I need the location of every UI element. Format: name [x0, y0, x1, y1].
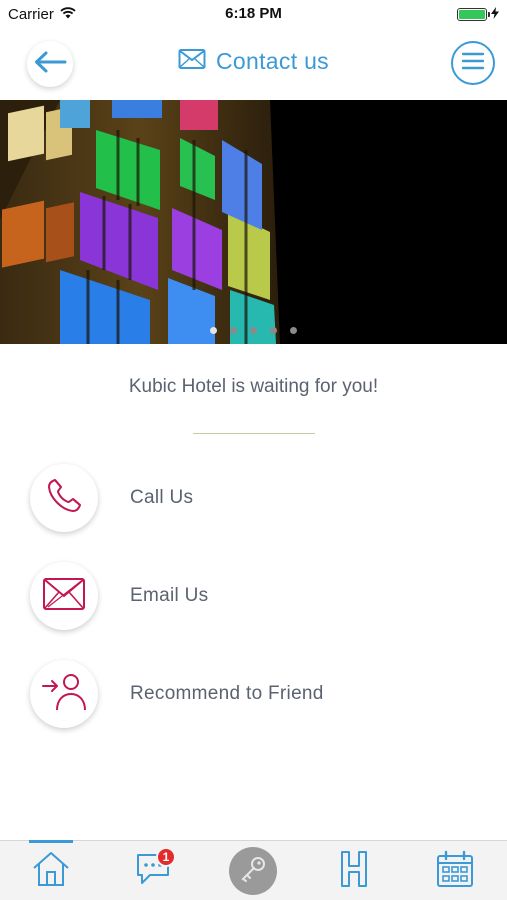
key-icon: [239, 855, 267, 888]
tab-key[interactable]: [223, 841, 283, 900]
phone-icon: [44, 476, 84, 521]
notification-badge: 1: [156, 847, 176, 867]
header-title-group: Contact us: [0, 48, 507, 75]
home-icon: [31, 850, 71, 893]
carousel-dot[interactable]: [230, 327, 237, 334]
menu-button[interactable]: [451, 41, 495, 85]
call-icon-circle: [30, 464, 98, 532]
email-icon-circle: [30, 562, 98, 630]
contact-label-email: Email Us: [130, 585, 209, 606]
hotel-facade-image: [0, 100, 507, 344]
email-us-button[interactable]: Email Us: [30, 561, 450, 631]
carousel-dot[interactable]: [290, 327, 297, 334]
calendar-icon: [436, 850, 474, 893]
envelope-icon: [178, 48, 206, 75]
tagline: Kubic Hotel is waiting for you!: [128, 376, 379, 397]
contact-label-recommend: Recommend to Friend: [130, 683, 324, 704]
header: Contact us: [0, 28, 507, 100]
call-us-button[interactable]: Call Us: [30, 463, 450, 533]
carousel-dot[interactable]: [270, 327, 277, 334]
hamburger-menu-icon: [461, 51, 485, 76]
recommend-friend-button[interactable]: Recommend to Friend: [30, 659, 450, 729]
recommend-icon-circle: [30, 660, 98, 728]
divider: [193, 433, 315, 434]
hero-carousel[interactable]: [0, 100, 507, 344]
tab-home[interactable]: [21, 841, 81, 900]
battery-icon: [457, 7, 490, 21]
tab-messages[interactable]: 1: [123, 841, 183, 900]
status-time: 6:18 PM: [225, 5, 282, 22]
tab-bar: 1: [0, 840, 507, 900]
battery-level: [459, 9, 485, 19]
status-bar: Carrier 6:18 PM: [0, 0, 507, 28]
key-button: [229, 847, 277, 895]
contact-label-call: Call Us: [130, 487, 194, 508]
recommend-friend-icon: [41, 672, 87, 717]
envelope-icon: [42, 577, 86, 616]
carousel-dot[interactable]: [250, 327, 257, 334]
page-title: Contact us: [216, 48, 329, 74]
hotel-h-icon: [339, 850, 369, 893]
tab-hotel[interactable]: [324, 841, 384, 900]
tab-calendar[interactable]: [425, 841, 485, 900]
carousel-dots: [0, 327, 507, 334]
carousel-dot[interactable]: [210, 327, 217, 334]
